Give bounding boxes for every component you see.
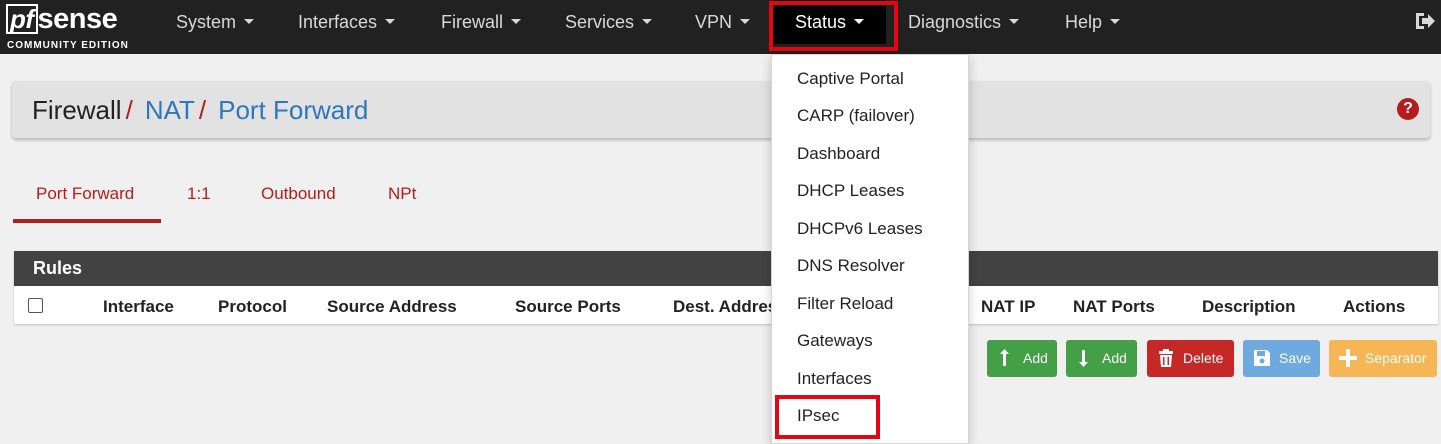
breadcrumb-port-forward[interactable]: Port Forward (218, 95, 368, 125)
ipsec-highlight-box (775, 395, 880, 439)
column-interface: Interface (103, 297, 174, 316)
menu-item-dashboard[interactable]: Dashboard (797, 143, 880, 165)
tab-outbound[interactable]: Outbound (261, 183, 336, 223)
top-navbar: pf sense COMMUNITY EDITION System Interfa… (0, 0, 1441, 54)
pfsense-logo[interactable]: pf sense COMMUNITY EDITION (6, 3, 142, 51)
trash-icon (1159, 349, 1173, 367)
caret-down-icon (1110, 18, 1121, 24)
select-all-checkbox[interactable] (28, 298, 43, 313)
menu-item-gateways[interactable]: Gateways (797, 330, 873, 352)
logo-wordmark: pf sense (6, 3, 118, 35)
column-source-address: Source Address (327, 297, 457, 316)
column-dest-address: Dest. Address (673, 297, 787, 316)
page-header: Firewall / NAT / Port Forward ? (12, 81, 1430, 138)
help-icon[interactable]: ? (1397, 98, 1419, 120)
plus-icon (1339, 349, 1357, 367)
menu-item-captive-portal[interactable]: Captive Portal (797, 68, 904, 90)
column-protocol: Protocol (218, 297, 287, 316)
status-highlight-box (769, 1, 898, 51)
add-rule-top-button[interactable]: Add (987, 340, 1057, 377)
rules-heading: Rules (14, 251, 1438, 286)
nav-services[interactable]: Services (565, 0, 653, 44)
breadcrumb: Firewall / NAT / Port Forward (32, 95, 369, 125)
arrow-up-icon (1000, 349, 1009, 366)
caret-down-icon (642, 18, 653, 24)
menu-item-dns-resolver[interactable]: DNS Resolver (797, 255, 905, 277)
nav-vpn[interactable]: VPN (695, 0, 751, 44)
menu-item-dhcp-leases[interactable]: DHCP Leases (797, 180, 904, 202)
delete-button[interactable]: Delete (1147, 340, 1234, 377)
tab-npt[interactable]: NPt (388, 183, 416, 223)
menu-item-filter-reload[interactable]: Filter Reload (797, 293, 893, 315)
column-nat-ip: NAT IP (981, 297, 1036, 316)
column-description: Description (1202, 297, 1296, 316)
caret-down-icon (511, 18, 522, 24)
caret-down-icon (740, 18, 751, 24)
caret-down-icon (244, 18, 255, 24)
nav-help[interactable]: Help (1065, 0, 1121, 44)
column-actions: Actions (1343, 297, 1406, 316)
column-source-ports: Source Ports (515, 297, 621, 316)
caret-down-icon (1009, 18, 1020, 24)
nav-firewall[interactable]: Firewall (441, 0, 522, 44)
rules-panel: Rules Interface Protocol Source Address … (14, 251, 1438, 324)
logo-edition: COMMUNITY EDITION (7, 40, 129, 51)
menu-item-carp[interactable]: CARP (failover) (797, 105, 915, 127)
menu-item-interfaces[interactable]: Interfaces (797, 368, 872, 390)
tab-one-to-one[interactable]: 1:1 (187, 183, 211, 223)
nav-system[interactable]: System (176, 0, 255, 44)
save-icon (1254, 350, 1270, 366)
save-button[interactable]: Save (1243, 340, 1320, 377)
column-nat-ports: NAT Ports (1073, 297, 1155, 316)
breadcrumb-firewall: Firewall (32, 95, 122, 125)
menu-item-dhcpv6-leases[interactable]: DHCPv6 Leases (797, 218, 923, 240)
logout-icon[interactable] (1414, 10, 1436, 32)
tab-port-forward[interactable]: Port Forward (13, 183, 161, 223)
breadcrumb-nat[interactable]: NAT (145, 95, 195, 125)
add-separator-button[interactable]: Separator (1329, 340, 1437, 377)
nav-diagnostics[interactable]: Diagnostics (908, 0, 1020, 44)
caret-down-icon (385, 18, 396, 24)
status-dropdown-menu: Captive Portal CARP (failover) Dashboard… (771, 54, 969, 444)
add-rule-bottom-button[interactable]: Add (1066, 340, 1137, 377)
nav-interfaces[interactable]: Interfaces (298, 0, 396, 44)
arrow-down-icon (1079, 350, 1088, 367)
